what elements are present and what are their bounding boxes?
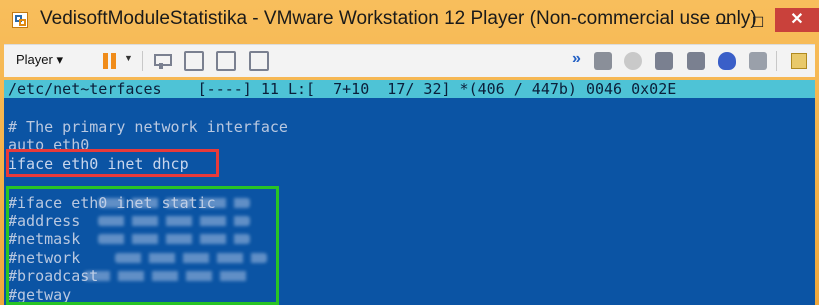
maximize-button[interactable]: ☐ (744, 12, 772, 32)
message-log-icon[interactable] (791, 53, 807, 69)
toolbar-divider (776, 51, 777, 71)
display-icon[interactable] (749, 52, 767, 70)
config-line: # The primary network interface (8, 118, 288, 136)
toolbar-divider (142, 51, 143, 71)
pause-icon[interactable] (100, 51, 120, 71)
player-toolbar: Player ▾ ▼ » (4, 44, 815, 77)
close-button[interactable]: ✕ (775, 8, 819, 32)
send-ctrl-alt-del-icon[interactable] (151, 51, 172, 71)
usb-device-icon[interactable] (687, 52, 705, 70)
cd-drive-icon[interactable] (624, 52, 642, 70)
network-adapter-icon[interactable] (594, 52, 612, 70)
static-config-highlight-box (6, 186, 279, 305)
unity-icon[interactable] (249, 51, 269, 71)
player-menu-button[interactable]: Player ▾ (10, 49, 69, 71)
vm-window: VedisoftModuleStatistika - VMware Workst… (0, 0, 819, 305)
pause-dropdown-icon[interactable]: ▼ (124, 53, 133, 63)
window-title: VedisoftModuleStatistika - VMware Workst… (40, 8, 757, 29)
sound-card-icon[interactable] (718, 52, 736, 70)
vm-console[interactable]: /etc/net~terfaces [----] 11 L:[ 7+10 17/… (4, 80, 815, 305)
fit-guest-icon[interactable] (184, 51, 204, 71)
minimize-button[interactable]: — (709, 12, 737, 32)
chevron-right-icon[interactable]: » (572, 50, 581, 68)
printer-icon[interactable] (655, 52, 673, 70)
editor-status-text: /etc/net~terfaces [----] 11 L:[ 7+10 17/… (8, 80, 677, 98)
editor-status-bar: /etc/net~terfaces [----] 11 L:[ 7+10 17/… (4, 80, 815, 98)
vmware-app-icon (12, 12, 28, 28)
dhcp-highlight-box (6, 149, 219, 177)
title-bar[interactable]: VedisoftModuleStatistika - VMware Workst… (0, 0, 819, 40)
fullscreen-icon[interactable] (216, 51, 236, 71)
